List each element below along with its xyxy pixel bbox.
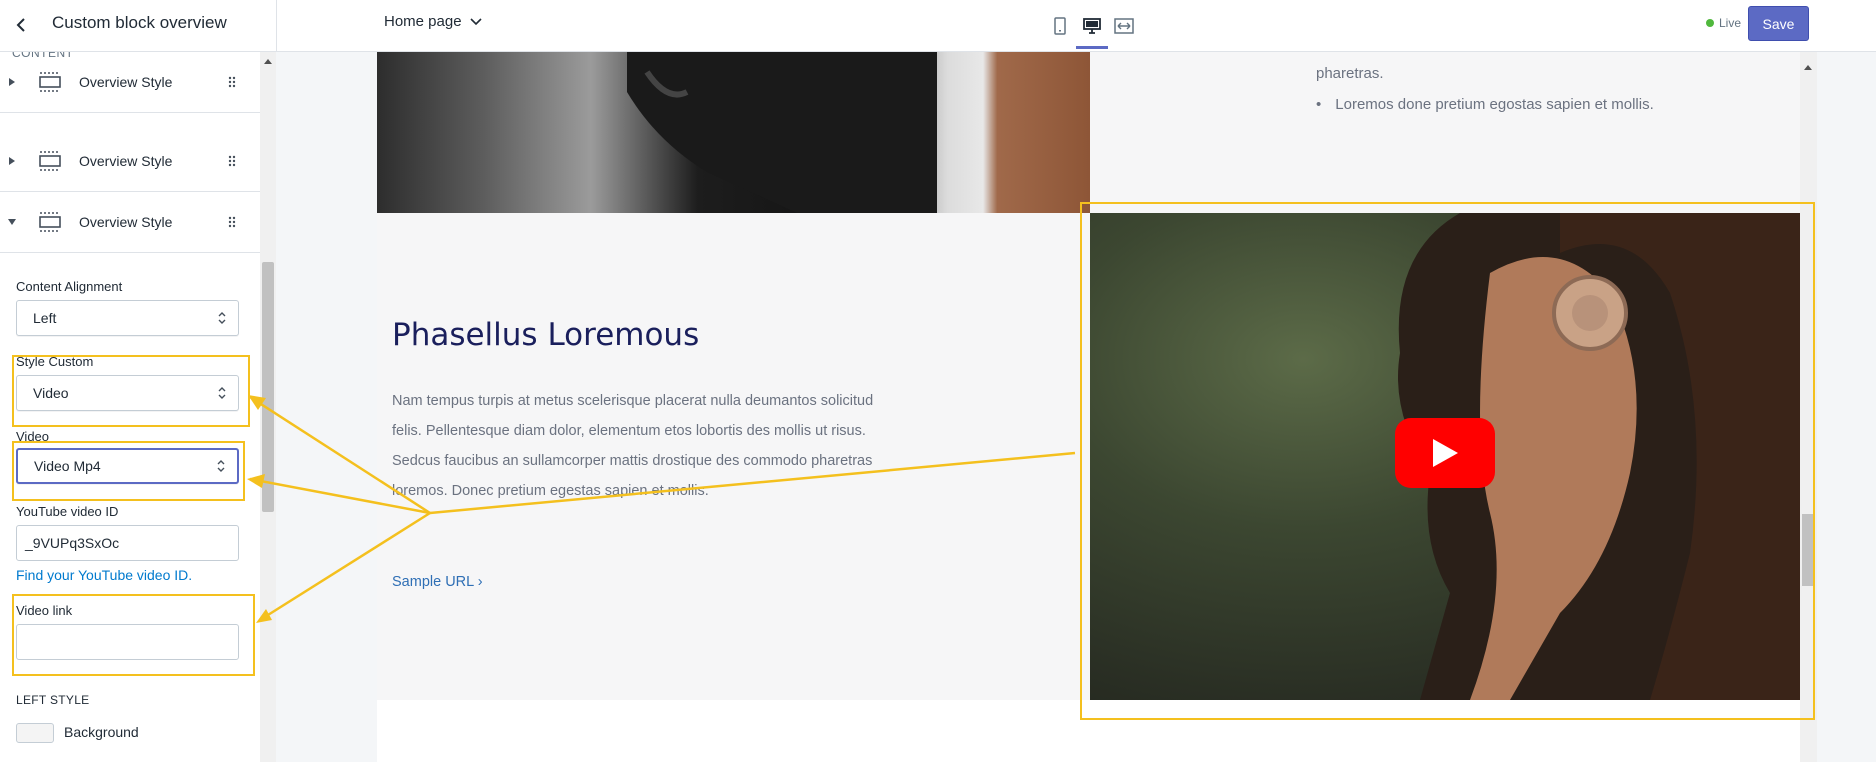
caret-right-icon[interactable] — [8, 78, 16, 86]
block-row-overview-1[interactable]: Overview Style — [0, 52, 260, 113]
scroll-up-arrow-icon[interactable] — [262, 56, 274, 66]
live-dot-icon — [1706, 19, 1714, 27]
fullscreen-view-button[interactable] — [1114, 16, 1134, 36]
panel-title: Custom block overview — [52, 13, 227, 32]
drag-handle-icon[interactable] — [228, 216, 236, 228]
caret-down-icon[interactable] — [8, 218, 16, 226]
chevron-down-icon — [469, 17, 482, 25]
divider — [276, 0, 277, 52]
page-selector[interactable]: Home page — [384, 13, 482, 30]
save-button[interactable]: Save — [1748, 6, 1809, 41]
left-style-heading: LEFT STYLE — [16, 693, 90, 707]
person-photo-graphic — [627, 52, 937, 213]
scroll-up-arrow-icon[interactable] — [1802, 62, 1814, 72]
live-status: Live — [1706, 16, 1741, 30]
drag-handle-icon[interactable] — [228, 76, 236, 88]
desktop-view-button[interactable] — [1076, 16, 1108, 49]
top-photo — [377, 52, 1090, 213]
preview-bullet: • Loremos done pretium egostas sapien et… — [1316, 96, 1654, 113]
annotation-box-video-link — [12, 594, 255, 676]
bullet-text: Loremos done pretium egostas sapien et m… — [1335, 96, 1654, 113]
block-label: Overview Style — [79, 74, 173, 90]
desktop-icon — [1083, 18, 1101, 34]
content-alignment-value: Left — [33, 310, 57, 326]
sidebar-scrollbar-thumb[interactable] — [262, 262, 274, 512]
annotation-box-video — [12, 441, 245, 501]
block-row-overview-2[interactable]: Overview Style — [0, 131, 260, 192]
mobile-icon — [1054, 17, 1066, 35]
section-layout-icon — [39, 72, 61, 92]
content-alignment-label: Content Alignment — [16, 279, 123, 294]
caret-right-icon[interactable] — [8, 157, 16, 165]
preview-body: Nam tempus turpis at metus scelerisque p… — [392, 393, 874, 499]
chevron-left-icon — [16, 18, 25, 32]
mobile-view-button[interactable] — [1050, 16, 1070, 36]
block-row-overview-3[interactable]: Overview Style — [0, 192, 260, 253]
live-label: Live — [1719, 16, 1742, 30]
preview-top-text: pharetras. — [1316, 65, 1384, 82]
background-label: Background — [64, 724, 139, 740]
sample-url-link[interactable]: Sample URL › — [392, 574, 483, 590]
youtube-id-input[interactable]: _9VUPq3SxOc — [16, 525, 239, 561]
preview-heading: Phasellus Loremous — [392, 317, 700, 353]
drag-handle-icon[interactable] — [228, 155, 236, 167]
background-color-swatch[interactable] — [16, 723, 54, 743]
bullet-dot-icon: • — [1316, 96, 1322, 113]
select-arrows-icon — [218, 312, 226, 324]
page-selector-label: Home page — [384, 13, 462, 30]
section-layout-icon — [39, 212, 61, 232]
block-label: Overview Style — [79, 153, 173, 169]
back-button[interactable] — [6, 10, 36, 40]
device-switcher — [1050, 0, 1134, 52]
top-bar: Custom block overview Home page Live Sav… — [0, 0, 1876, 52]
section-layout-icon — [39, 151, 61, 171]
annotation-box-style-custom — [12, 355, 250, 427]
youtube-id-help-link[interactable]: Find your YouTube video ID. — [16, 567, 192, 583]
content-alignment-select[interactable]: Left — [16, 300, 239, 336]
top-right-panel — [1090, 52, 1800, 213]
youtube-id-label: YouTube video ID — [16, 504, 119, 519]
expand-horizontal-icon — [1114, 18, 1134, 34]
annotation-box-video-preview — [1080, 202, 1815, 720]
block-label: Overview Style — [79, 214, 173, 230]
